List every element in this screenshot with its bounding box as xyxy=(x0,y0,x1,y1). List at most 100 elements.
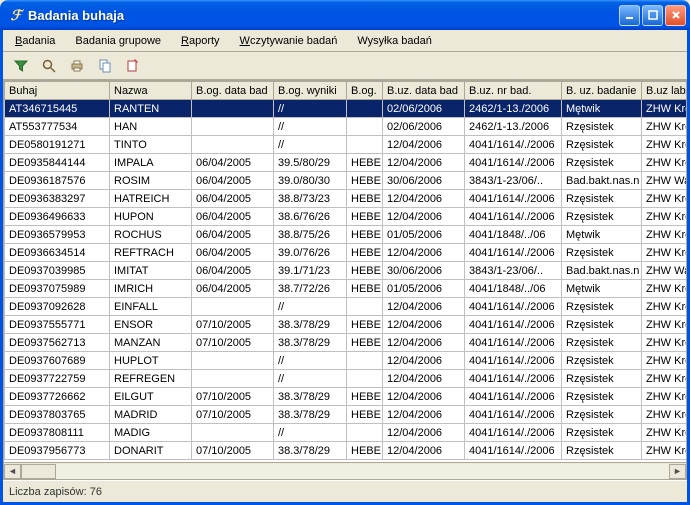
table-cell: ROSIM xyxy=(110,172,192,190)
table-cell: Rzęsistek xyxy=(562,136,642,154)
copy-icon[interactable] xyxy=(97,58,113,74)
scroll-track[interactable] xyxy=(21,464,669,479)
print-icon[interactable] xyxy=(69,58,85,74)
table-cell: ZHW Krosno xyxy=(642,118,688,136)
table-cell: Rzęsistek xyxy=(562,442,642,460)
table-cell: DE0937956773 xyxy=(5,442,110,460)
table-cell: MADIG xyxy=(110,424,192,442)
filter-icon[interactable] xyxy=(13,58,29,74)
table-cell: // xyxy=(274,298,347,316)
table-cell: 06/04/2005 xyxy=(192,208,274,226)
table-cell: Rzęsistek xyxy=(562,208,642,226)
table-row[interactable]: DE0937092628EINFALL//12/04/20064041/1614… xyxy=(5,298,688,316)
table-row[interactable]: DE0936383297HATREICH06/04/200538.8/73/23… xyxy=(5,190,688,208)
table-cell: 06/04/2005 xyxy=(192,154,274,172)
table-row[interactable]: DE0936496633HUPON06/04/200538.6/76/26HEB… xyxy=(5,208,688,226)
table-cell: DE0937092628 xyxy=(5,298,110,316)
new-icon[interactable] xyxy=(125,58,141,74)
table-row[interactable]: DE0936579953ROCHUS06/04/200538.8/75/26HE… xyxy=(5,226,688,244)
table-row[interactable]: DE0937039985IMITAT06/04/200539.1/71/23HE… xyxy=(5,262,688,280)
table-row[interactable]: DE0580191271TINTO//12/04/20064041/1614/.… xyxy=(5,136,688,154)
table-cell: Rzęsistek xyxy=(562,352,642,370)
column-header[interactable]: B.og. xyxy=(347,82,383,100)
table-cell xyxy=(192,100,274,118)
table-row[interactable]: DE0936187576ROSIM06/04/200539.0/80/30HEB… xyxy=(5,172,688,190)
column-header[interactable]: B.uz lab/prac xyxy=(642,82,688,100)
table-row[interactable]: DE0937808111MADIG//12/04/20064041/1614/.… xyxy=(5,424,688,442)
maximize-button[interactable] xyxy=(642,5,663,26)
menu-item[interactable]: Wysyłka badań xyxy=(349,33,440,49)
table-cell: 07/10/2005 xyxy=(192,442,274,460)
column-header[interactable]: B.uz. data bad xyxy=(383,82,465,100)
scroll-left-button[interactable]: ◄ xyxy=(4,464,21,479)
table-cell: ZHW Krosno xyxy=(642,154,688,172)
table-cell: HEBE xyxy=(347,280,383,298)
menu-item[interactable]: Raporty xyxy=(173,33,228,49)
close-button[interactable] xyxy=(665,5,686,26)
table-cell: Rzęsistek xyxy=(562,370,642,388)
window-buttons xyxy=(619,5,686,26)
table-row[interactable]: DE0937562713MANZAN07/10/200538.3/78/29HE… xyxy=(5,334,688,352)
column-header[interactable]: B. uz. badanie xyxy=(562,82,642,100)
table-cell xyxy=(192,136,274,154)
table-row[interactable]: AT553777534HAN//02/06/20062462/1-13./200… xyxy=(5,118,688,136)
scroll-thumb[interactable] xyxy=(21,464,56,479)
table-cell xyxy=(192,424,274,442)
table-row[interactable]: DE0937726662EILGUT07/10/200538.3/78/29HE… xyxy=(5,388,688,406)
scroll-right-button[interactable]: ► xyxy=(669,464,686,479)
table-cell: HAN xyxy=(110,118,192,136)
table-cell: Rzęsistek xyxy=(562,154,642,172)
table-row[interactable]: DE0937722759REFREGEN//12/04/20064041/161… xyxy=(5,370,688,388)
table-cell: HEBE xyxy=(347,316,383,334)
minimize-button[interactable] xyxy=(619,5,640,26)
table-cell: AT553777534 xyxy=(5,118,110,136)
table-row[interactable]: AT346715445RANTEN//02/06/20062462/1-13./… xyxy=(5,100,688,118)
menu-item[interactable]: Badania grupowe xyxy=(67,33,169,49)
table-cell: Rzęsistek xyxy=(562,118,642,136)
table-cell: 07/10/2005 xyxy=(192,406,274,424)
column-header[interactable]: Nazwa xyxy=(110,82,192,100)
table-cell: ZHW Krosno xyxy=(642,406,688,424)
table-cell: 2462/1-13./2006 xyxy=(465,100,562,118)
table-row[interactable]: DE0935844144IMPALA06/04/200539.5/80/29HE… xyxy=(5,154,688,172)
search-icon[interactable] xyxy=(41,58,57,74)
table-cell: 12/04/2006 xyxy=(383,154,465,172)
column-header[interactable]: B.uz. nr bad. xyxy=(465,82,562,100)
table-row[interactable]: DE0937555771ENSOR07/10/200538.3/78/29HEB… xyxy=(5,316,688,334)
table-cell: HEBE xyxy=(347,226,383,244)
table-row[interactable]: DE0937956773DONARIT07/10/200538.3/78/29H… xyxy=(5,442,688,460)
data-grid[interactable]: BuhajNazwaB.og. data badB.og. wynikiB.og… xyxy=(3,80,687,463)
table-cell: 4041/1614/./2006 xyxy=(465,370,562,388)
table-row[interactable]: DE0937803765MADRID07/10/200538.3/78/29HE… xyxy=(5,406,688,424)
table-cell: ZHW Krosno xyxy=(642,136,688,154)
menu-item[interactable]: Badania xyxy=(7,33,63,49)
table-row[interactable]: DE0937075989IMRICH06/04/200538.7/72/26HE… xyxy=(5,280,688,298)
column-header[interactable]: Buhaj xyxy=(5,82,110,100)
table-cell: DE0937039985 xyxy=(5,262,110,280)
column-header[interactable]: B.og. data bad xyxy=(192,82,274,100)
table-cell: ZHW Krosno xyxy=(642,424,688,442)
table-row[interactable]: DE0936634514REFTRACH06/04/200539.0/76/26… xyxy=(5,244,688,262)
table-cell: 4041/1848/../06 xyxy=(465,226,562,244)
table-cell: 06/04/2005 xyxy=(192,244,274,262)
table-cell: 4041/1614/./2006 xyxy=(465,208,562,226)
table-cell: DE0937075989 xyxy=(5,280,110,298)
column-header[interactable]: B.og. wyniki xyxy=(274,82,347,100)
horizontal-scrollbar[interactable]: ◄ ► xyxy=(3,463,687,480)
table-row[interactable]: DE0937607689HUPLOT//12/04/20064041/1614/… xyxy=(5,352,688,370)
table-cell: ZHW Krosno xyxy=(642,334,688,352)
menu-item[interactable]: Wczytywanie badań xyxy=(232,33,346,49)
table-cell: 12/04/2006 xyxy=(383,208,465,226)
table-cell: 39.5/80/29 xyxy=(274,154,347,172)
app-icon: ℱ xyxy=(8,7,24,23)
table-cell: DE0936579953 xyxy=(5,226,110,244)
table-cell: HEBE xyxy=(347,244,383,262)
table-cell: ZHW Krosno xyxy=(642,316,688,334)
table-cell: 12/04/2006 xyxy=(383,442,465,460)
table-cell: ZHW Krosno xyxy=(642,280,688,298)
table-cell: HEBE xyxy=(347,172,383,190)
table-cell: ZHW Krosno xyxy=(642,244,688,262)
table-cell: ZHW Krosno xyxy=(642,370,688,388)
table-cell: 39.0/76/26 xyxy=(274,244,347,262)
table-cell: 4041/1614/./2006 xyxy=(465,388,562,406)
